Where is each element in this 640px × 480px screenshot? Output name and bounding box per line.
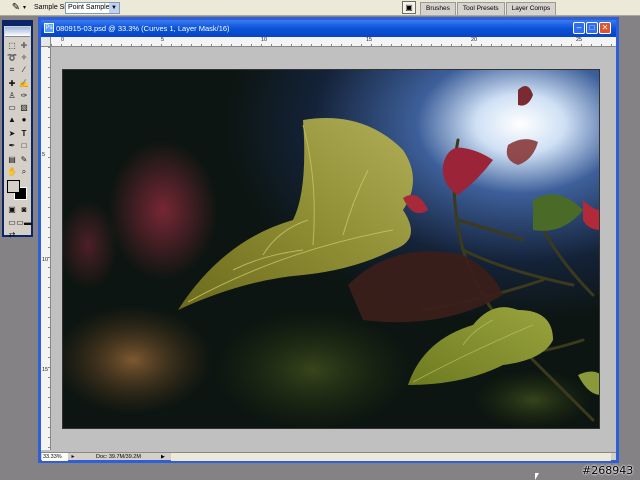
brush-tool-icon[interactable]: ✍ <box>18 78 30 89</box>
ruler-label: 15 <box>366 37 373 43</box>
document-size: Doc: 39.7M/39.2M <box>96 454 141 460</box>
slice-tool-icon[interactable]: ∕ <box>18 64 30 75</box>
foreground-color-swatch[interactable] <box>7 180 20 193</box>
sample-size-select[interactable]: Point Sample ▼ <box>65 2 120 14</box>
backlit-leaves-photo <box>63 70 599 428</box>
ruler-origin[interactable] <box>41 37 51 47</box>
zoom-tool-icon[interactable]: ⌕ <box>18 166 30 177</box>
ruler-label: 5 <box>42 152 46 158</box>
ruler-label: 10 <box>261 37 268 43</box>
blur-tool-icon[interactable]: ▲ <box>6 114 18 125</box>
eyedropper-icon[interactable]: ✎ <box>8 2 24 14</box>
marquee-tool-icon[interactable]: ⬚ <box>6 40 18 51</box>
hand-tool-icon[interactable]: ✋ <box>6 166 18 177</box>
eyedropper-tool-icon[interactable]: ✎ <box>18 154 30 165</box>
jump-to-imageready-icon[interactable]: ⇄ <box>6 229 18 240</box>
status-bar: 33.33% ▸ Doc: 39.7M/39.2M ▶ <box>41 452 616 461</box>
notes-tool-icon[interactable]: ▤ <box>6 154 18 165</box>
horizontal-scrollbar[interactable] <box>171 453 611 461</box>
photo-canvas[interactable] <box>62 69 600 429</box>
type-tool-icon[interactable]: T <box>18 128 30 139</box>
shape-tool-icon[interactable]: □ <box>18 140 30 151</box>
feather-logo[interactable] <box>5 27 30 37</box>
status-arrow-icon[interactable]: ▶ <box>161 453 165 461</box>
eraser-tool-icon[interactable]: ▭ <box>6 102 18 113</box>
document-icon: Ps <box>44 23 54 33</box>
horizontal-ruler[interactable]: 0 5 10 15 20 25 <box>51 37 616 47</box>
ruler-label: 5 <box>161 37 165 43</box>
screen-mode-full-icon[interactable]: ▬ <box>22 217 34 228</box>
palette-tab-layer-comps[interactable]: Layer Comps <box>505 2 557 15</box>
history-brush-tool-icon[interactable]: ✑ <box>18 90 30 101</box>
palette-toggle-icon[interactable]: ▣ <box>402 1 416 14</box>
standard-mode-icon[interactable]: ▣ <box>6 204 18 215</box>
options-bar: ✎ ▾ Sample Size: Point Sample ▼ ▣ Brushe… <box>0 0 640 16</box>
palette-well: Brushes Tool Presets Layer Comps <box>420 2 557 15</box>
ruler-label: 20 <box>471 37 478 43</box>
minimize-button[interactable]: – <box>573 22 585 34</box>
zoom-level-field[interactable]: 33.33% <box>42 453 68 461</box>
clone-stamp-tool-icon[interactable]: ♙ <box>6 90 18 101</box>
ruler-label: 25 <box>576 37 583 43</box>
lasso-tool-icon[interactable]: ➰ <box>6 52 18 63</box>
gradient-tool-icon[interactable]: ▧ <box>18 102 30 113</box>
maximize-button[interactable]: □ <box>586 22 598 34</box>
toolbox: ⬚ ✛ ➰ ✧ ⌗ ∕ ✚ ✍ ♙ ✑ ▭ ▧ ▲ ● ➤ T ✒ □ ▤ ✎ … <box>2 20 34 240</box>
magic-wand-tool-icon[interactable]: ✧ <box>18 52 30 63</box>
document-title: 080915-03.psd @ 33.3% (Curves 1, Layer M… <box>56 24 230 33</box>
ruler-label: 0 <box>61 37 65 43</box>
close-button[interactable]: ✕ <box>599 22 611 34</box>
sample-size-value: Point Sample <box>68 4 110 11</box>
healing-brush-tool-icon[interactable]: ✚ <box>6 78 18 89</box>
palette-tab-brushes[interactable]: Brushes <box>420 2 456 15</box>
pen-tool-icon[interactable]: ✒ <box>6 140 18 151</box>
dodge-tool-icon[interactable]: ● <box>18 114 30 125</box>
ruler-label: 10 <box>42 257 49 263</box>
watermark: #268943 <box>582 464 634 477</box>
document-titlebar[interactable]: Ps 080915-03.psd @ 33.3% (Curves 1, Laye… <box>41 20 616 37</box>
move-tool-icon[interactable]: ✛ <box>18 40 30 51</box>
quick-mask-mode-icon[interactable]: ◙ <box>18 204 30 215</box>
chevron-down-icon: ▼ <box>109 3 119 13</box>
canvas-area[interactable] <box>52 48 616 450</box>
path-selection-tool-icon[interactable]: ➤ <box>6 128 18 139</box>
mouse-cursor-icon <box>535 473 539 480</box>
vertical-ruler[interactable]: 5 10 15 <box>41 47 51 450</box>
status-menu-icon[interactable]: ▸ <box>69 453 77 461</box>
tool-preset-chevron-icon[interactable]: ▾ <box>23 3 26 13</box>
ruler-label: 15 <box>42 367 49 373</box>
document-window: Ps 080915-03.psd @ 33.3% (Curves 1, Laye… <box>38 17 619 463</box>
palette-tab-tool-presets[interactable]: Tool Presets <box>456 2 505 15</box>
crop-tool-icon[interactable]: ⌗ <box>6 64 18 75</box>
